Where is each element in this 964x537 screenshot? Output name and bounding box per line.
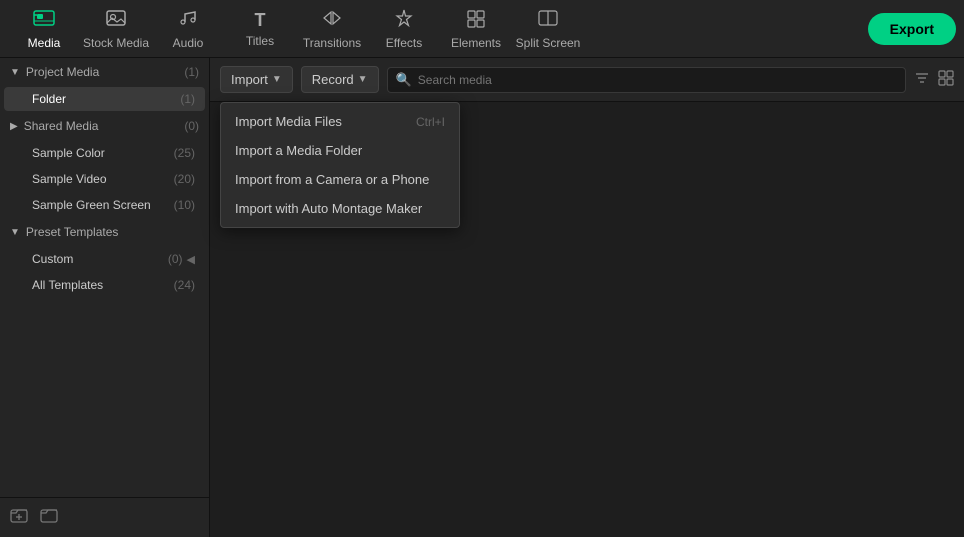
import-files-shortcut: Ctrl+I xyxy=(416,115,445,129)
toolbar-icons xyxy=(914,70,954,90)
dropdown-import-auto-montage[interactable]: Import with Auto Montage Maker xyxy=(221,194,459,223)
new-folder-icon[interactable] xyxy=(40,506,58,529)
folder-count: (1) xyxy=(180,92,195,106)
import-dropdown-arrow: ▼ xyxy=(272,74,282,85)
sidebar-item-sample-color[interactable]: Sample Color (25) xyxy=(4,141,205,165)
nav-audio[interactable]: Audio xyxy=(152,1,224,57)
nav-elements[interactable]: Elements xyxy=(440,1,512,57)
sample-color-count: (25) xyxy=(174,146,195,160)
main-area: ▼ Project Media (1) Folder (1) ▶ Shared … xyxy=(0,58,964,537)
search-icon: 🔍 xyxy=(396,72,412,88)
sidebar-project-media-header[interactable]: ▼ Project Media (1) xyxy=(0,58,209,86)
toolbar: Import ▼ Record ▼ 🔍 xyxy=(210,58,964,102)
dropdown-import-files[interactable]: Import Media Files Ctrl+I xyxy=(221,107,459,136)
sidebar-item-sample-green[interactable]: Sample Green Screen (10) xyxy=(4,193,205,217)
add-media-folder-icon[interactable] xyxy=(10,506,28,529)
nav-effects[interactable]: Effects xyxy=(368,1,440,57)
import-files-label: Import Media Files xyxy=(235,114,342,129)
custom-label: Custom xyxy=(32,252,73,266)
import-label: Import xyxy=(231,72,268,87)
sample-video-count: (20) xyxy=(174,172,195,186)
sidebar: ▼ Project Media (1) Folder (1) ▶ Shared … xyxy=(0,58,210,537)
sample-green-label: Sample Green Screen xyxy=(32,198,151,212)
nav-audio-label: Audio xyxy=(173,36,204,50)
sidebar-item-all-templates[interactable]: All Templates (24) xyxy=(4,273,205,297)
nav-split-screen[interactable]: Split Screen xyxy=(512,1,584,57)
project-media-label: Project Media xyxy=(26,65,99,79)
dropdown-import-folder[interactable]: Import a Media Folder xyxy=(221,136,459,165)
all-templates-label: All Templates xyxy=(32,278,103,292)
import-auto-montage-label: Import with Auto Montage Maker xyxy=(235,201,422,216)
audio-icon xyxy=(177,8,199,33)
split-screen-icon xyxy=(537,8,559,33)
all-templates-count: (24) xyxy=(174,278,195,292)
nav-effects-label: Effects xyxy=(386,36,422,50)
stock-media-icon xyxy=(105,8,127,33)
search-input[interactable] xyxy=(418,73,897,87)
transitions-icon xyxy=(321,8,343,33)
preset-templates-chevron: ▼ xyxy=(10,227,20,238)
nav-elements-label: Elements xyxy=(451,36,501,50)
sidebar-item-custom[interactable]: Custom (0) ◀ xyxy=(4,247,205,271)
sample-green-count: (10) xyxy=(174,198,195,212)
nav-transitions[interactable]: Transitions xyxy=(296,1,368,57)
shared-media-label: Shared Media xyxy=(24,119,99,133)
project-media-count: (1) xyxy=(184,65,199,79)
sidebar-preset-templates-header[interactable]: ▼ Preset Templates xyxy=(0,218,209,246)
folder-label: Folder xyxy=(32,92,66,106)
nav-stock-media[interactable]: Stock Media xyxy=(80,1,152,57)
shared-media-count: (0) xyxy=(184,119,199,133)
grid-view-icon[interactable] xyxy=(938,70,954,90)
titles-icon: T xyxy=(255,10,266,31)
import-button[interactable]: Import ▼ xyxy=(220,66,293,93)
top-nav: Media Stock Media Audio T Titles xyxy=(0,0,964,58)
search-box: 🔍 xyxy=(387,67,906,93)
project-media-chevron: ▼ xyxy=(10,67,20,78)
nav-titles-label: Titles xyxy=(246,34,274,48)
nav-media-label: Media xyxy=(28,36,61,50)
custom-count: (0) xyxy=(168,252,183,266)
effects-icon xyxy=(393,8,415,33)
sidebar-shared-media-header[interactable]: ▶ Shared Media (0) xyxy=(0,112,209,140)
filter-icon[interactable] xyxy=(914,70,930,90)
sample-video-label: Sample Video xyxy=(32,172,107,186)
elements-icon xyxy=(465,8,487,33)
sidebar-item-sample-video[interactable]: Sample Video (20) xyxy=(4,167,205,191)
export-button[interactable]: Export xyxy=(868,13,956,45)
import-dropdown-menu: Import Media Files Ctrl+I Import a Media… xyxy=(220,102,460,228)
nav-media[interactable]: Media xyxy=(8,1,80,57)
nav-stock-media-label: Stock Media xyxy=(83,36,149,50)
sidebar-bottom-bar xyxy=(0,497,209,537)
record-button[interactable]: Record ▼ xyxy=(301,66,379,93)
sample-color-label: Sample Color xyxy=(32,146,105,160)
content-area: Import ▼ Record ▼ 🔍 xyxy=(210,58,964,537)
nav-split-screen-label: Split Screen xyxy=(516,36,581,50)
nav-transitions-label: Transitions xyxy=(303,36,361,50)
media-icon xyxy=(33,8,55,33)
nav-titles[interactable]: T Titles xyxy=(224,1,296,57)
import-folder-label: Import a Media Folder xyxy=(235,143,362,158)
record-dropdown-arrow: ▼ xyxy=(358,74,368,85)
shared-media-chevron: ▶ xyxy=(10,121,18,132)
dropdown-import-camera[interactable]: Import from a Camera or a Phone xyxy=(221,165,459,194)
sidebar-item-folder[interactable]: Folder (1) xyxy=(4,87,205,111)
record-label: Record xyxy=(312,72,354,87)
import-camera-label: Import from a Camera or a Phone xyxy=(235,172,429,187)
preset-templates-label: Preset Templates xyxy=(26,225,119,239)
